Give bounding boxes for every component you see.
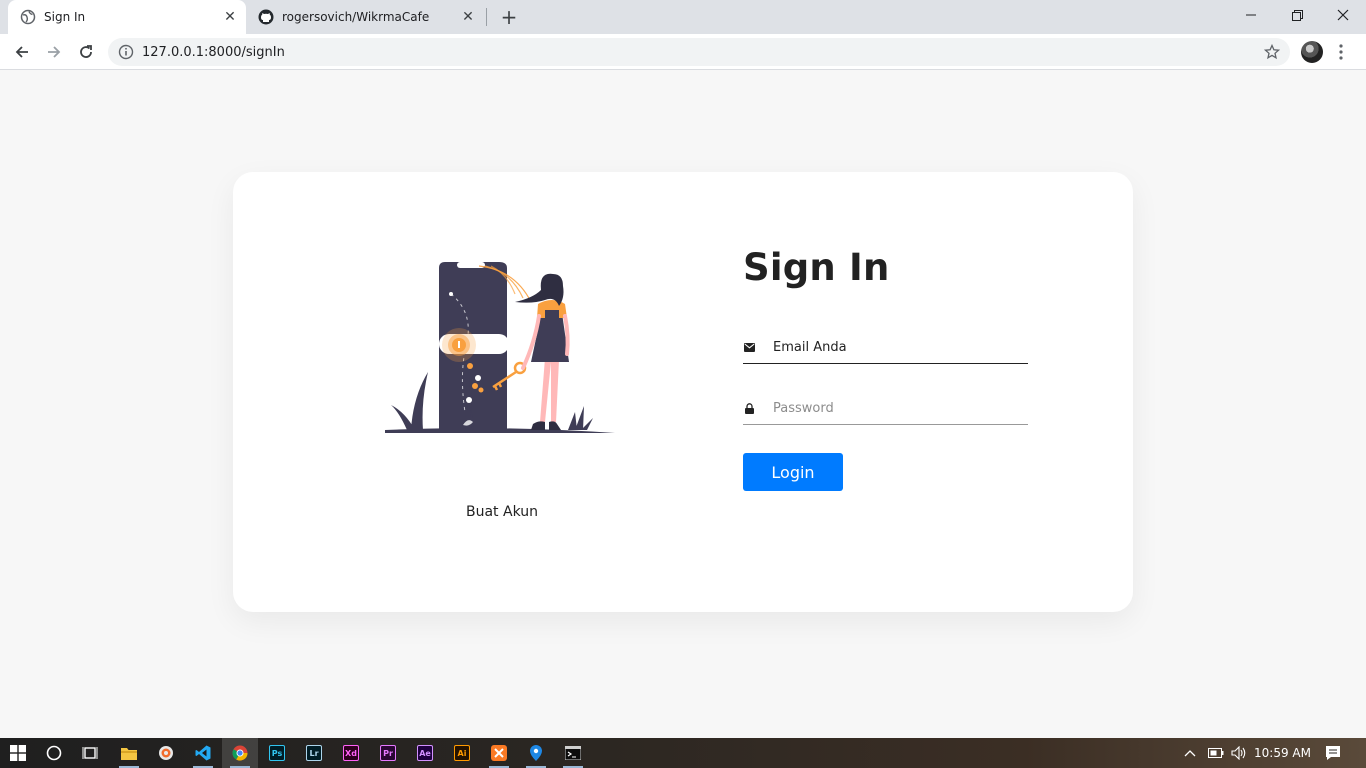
tab-sign-in[interactable]: Sign In ✕ bbox=[8, 0, 246, 34]
page-title: Sign In bbox=[743, 246, 890, 289]
volume-icon[interactable] bbox=[1231, 738, 1247, 768]
after-effects-icon[interactable]: Ae bbox=[407, 738, 443, 768]
profile-avatar[interactable] bbox=[1301, 41, 1323, 63]
xampp-icon[interactable] bbox=[481, 738, 517, 768]
envelope-icon bbox=[743, 342, 755, 354]
battery-icon[interactable] bbox=[1208, 738, 1224, 768]
close-window-icon[interactable] bbox=[1320, 0, 1366, 30]
email-field bbox=[743, 332, 1028, 364]
url-text[interactable]: 127.0.0.1:8000/signIn bbox=[142, 45, 1262, 60]
page-viewport: Buat Akun Sign In Login bbox=[0, 71, 1366, 738]
taskbar: Ps Lr Xd Pr Ae Ai 10:59 AM bbox=[0, 738, 1366, 768]
file-explorer-icon[interactable] bbox=[111, 738, 147, 768]
task-view-icon[interactable] bbox=[72, 738, 108, 768]
minimize-icon[interactable] bbox=[1228, 0, 1274, 30]
tab-github[interactable]: rogersovich/WikrmaCafe ✕ bbox=[248, 0, 484, 34]
lightroom-icon[interactable]: Lr bbox=[296, 738, 332, 768]
windows-start-icon[interactable] bbox=[0, 738, 36, 768]
close-tab-icon[interactable]: ✕ bbox=[220, 7, 240, 27]
tab-strip: Sign In ✕ rogersovich/WikrmaCafe ✕ + bbox=[0, 0, 1366, 34]
email-input[interactable] bbox=[773, 335, 1028, 360]
maps-icon[interactable] bbox=[518, 738, 554, 768]
restore-icon[interactable] bbox=[1274, 0, 1320, 30]
terminal-icon[interactable] bbox=[555, 738, 591, 768]
xd-icon[interactable]: Xd bbox=[333, 738, 369, 768]
system-clock[interactable]: 10:59 AM bbox=[1254, 738, 1311, 768]
illustrator-icon[interactable]: Ai bbox=[444, 738, 480, 768]
address-bar[interactable]: 127.0.0.1:8000/signIn bbox=[108, 38, 1290, 66]
tab-title: rogersovich/WikrmaCafe bbox=[282, 10, 430, 24]
info-icon[interactable] bbox=[118, 44, 134, 60]
back-icon[interactable] bbox=[8, 38, 36, 66]
register-link[interactable]: Buat Akun bbox=[466, 504, 538, 520]
signin-card: Buat Akun Sign In Login bbox=[233, 172, 1133, 612]
premiere-icon[interactable]: Pr bbox=[370, 738, 406, 768]
new-tab-icon[interactable]: + bbox=[498, 6, 520, 28]
search-circle-icon[interactable] bbox=[36, 738, 72, 768]
password-field bbox=[743, 393, 1028, 425]
chrome-icon[interactable] bbox=[222, 738, 258, 768]
menu-dots-icon[interactable] bbox=[1334, 40, 1348, 64]
login-button[interactable]: Login bbox=[743, 453, 843, 491]
browser-toolbar: 127.0.0.1:8000/signIn bbox=[0, 34, 1366, 70]
lock-icon bbox=[743, 403, 755, 415]
github-icon bbox=[258, 9, 274, 25]
tab-separator bbox=[486, 8, 487, 26]
close-tab-icon[interactable]: ✕ bbox=[458, 7, 478, 27]
photoshop-icon[interactable]: Ps bbox=[259, 738, 295, 768]
reload-icon[interactable] bbox=[72, 38, 100, 66]
tab-title: Sign In bbox=[44, 10, 86, 24]
password-input[interactable] bbox=[773, 396, 1028, 421]
star-icon[interactable] bbox=[1262, 42, 1282, 62]
notifications-icon[interactable] bbox=[1325, 738, 1341, 768]
media-player-icon[interactable] bbox=[148, 738, 184, 768]
globe-icon bbox=[20, 9, 36, 25]
person-with-key-and-phone-illustration bbox=[383, 262, 618, 437]
forward-icon[interactable] bbox=[40, 38, 68, 66]
vscode-icon[interactable] bbox=[185, 738, 221, 768]
chevron-up-icon[interactable] bbox=[1184, 738, 1196, 768]
